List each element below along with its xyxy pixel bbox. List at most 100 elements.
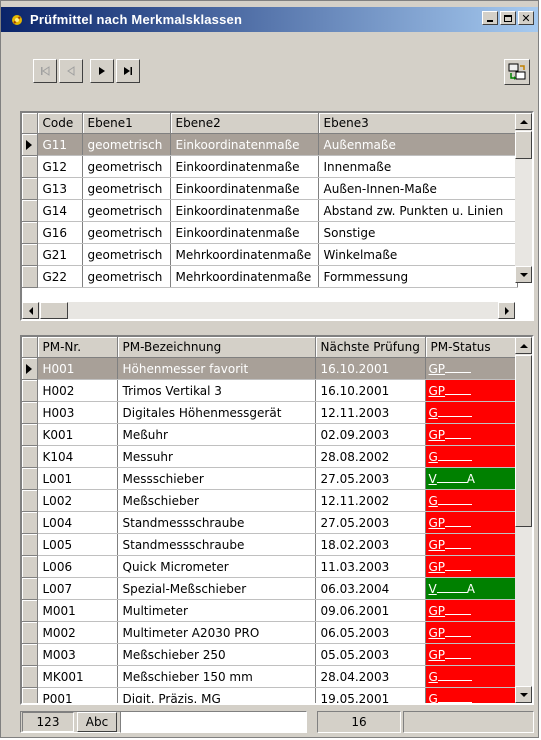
minimize-button[interactable] — [482, 11, 498, 25]
row-selector[interactable] — [22, 533, 38, 556]
instruments-table-row[interactable]: L002 Meßschieber 12.11.2002 G — [22, 489, 518, 512]
cell-pm-nr[interactable]: K104 — [37, 445, 118, 468]
cell-code[interactable]: G13 — [37, 177, 83, 200]
cell-pm-bezeichnung[interactable]: Meßschieber 250 — [117, 643, 316, 666]
instruments-table-row[interactable]: K104 Messuhr 28.08.2002 G — [22, 445, 518, 468]
instruments-table-row[interactable]: L005 Standmessschraube 18.02.2003 GP — [22, 533, 518, 556]
column-header-ebene1[interactable]: Ebene1 — [82, 113, 171, 134]
cell-naechste-pruefung[interactable]: 16.10.2001 — [315, 357, 426, 380]
column-header-naechste-pruefung[interactable]: Nächste Prüfung — [315, 337, 426, 358]
cell-ebene1[interactable]: geometrisch — [82, 155, 171, 178]
cell-ebene2[interactable]: Einkoordinatenmaße — [170, 221, 319, 244]
classes-scroll-left-button[interactable] — [22, 302, 39, 319]
cell-pm-bezeichnung[interactable]: Standmessschraube — [117, 533, 316, 556]
cell-pm-status[interactable]: G — [425, 401, 518, 424]
classes-table-row[interactable]: G22 geometrisch Mehrkoordinatenmaße Formmes… — [22, 265, 518, 288]
classes-horizontal-scrollbar[interactable] — [22, 302, 515, 319]
cell-pm-status[interactable]: G — [425, 665, 518, 688]
cell-naechste-pruefung[interactable]: 28.08.2002 — [315, 445, 426, 468]
cell-pm-bezeichnung[interactable]: Meßuhr — [117, 423, 316, 446]
cell-code[interactable]: G11 — [37, 133, 83, 156]
cell-ebene1[interactable]: geometrisch — [82, 177, 171, 200]
instruments-table-row[interactable]: K001 Meßuhr 02.09.2003 GP — [22, 423, 518, 446]
cell-pm-nr[interactable]: L007 — [37, 577, 118, 600]
cell-pm-nr[interactable]: H002 — [37, 379, 118, 402]
cell-ebene1[interactable]: geometrisch — [82, 243, 171, 266]
cell-naechste-pruefung[interactable]: 02.09.2003 — [315, 423, 426, 446]
cell-naechste-pruefung[interactable]: 28.04.2003 — [315, 665, 426, 688]
row-selector[interactable] — [22, 133, 38, 156]
cell-ebene2[interactable]: Mehrkoordinatenmaße — [170, 243, 319, 266]
cell-naechste-pruefung[interactable]: 27.05.2003 — [315, 467, 426, 490]
classes-vertical-scrollbar[interactable] — [515, 113, 532, 283]
classes-scroll-down-button[interactable] — [515, 266, 532, 283]
cell-code[interactable]: G12 — [37, 155, 83, 178]
cell-naechste-pruefung[interactable]: 27.05.2003 — [315, 511, 426, 534]
instruments-table-row[interactable]: MK001 Meßschieber 150 mm 28.04.2003 G — [22, 665, 518, 688]
row-selector[interactable] — [22, 155, 38, 178]
instruments-scroll-up-button[interactable] — [515, 337, 532, 354]
cell-naechste-pruefung[interactable]: 11.03.2003 — [315, 555, 426, 578]
cell-pm-status[interactable]: GP — [425, 621, 518, 644]
cell-ebene2[interactable]: Einkoordinatenmaße — [170, 177, 319, 200]
cell-pm-bezeichnung[interactable]: Digit. Präzis. MG — [117, 687, 316, 703]
column-header-pm-nr[interactable]: PM-Nr. — [37, 337, 118, 358]
column-header-pm-status[interactable]: PM-Status — [425, 337, 518, 358]
instruments-scroll-down-button[interactable] — [515, 686, 532, 703]
cell-ebene1[interactable]: geometrisch — [82, 133, 171, 156]
cell-pm-bezeichnung[interactable]: Meßschieber — [117, 489, 316, 512]
cell-pm-bezeichnung[interactable]: Multimeter A2030 PRO — [117, 621, 316, 644]
instruments-table-row[interactable]: L001 Messschieber 27.05.2003 V A — [22, 467, 518, 490]
cell-pm-bezeichnung[interactable]: Trimos Vertikal 3 — [117, 379, 316, 402]
cell-pm-status[interactable]: GP — [425, 511, 518, 534]
row-selector[interactable] — [22, 379, 38, 402]
nav-first-button[interactable] — [33, 59, 57, 83]
cell-pm-nr[interactable]: M002 — [37, 621, 118, 644]
cell-pm-status[interactable]: VA — [425, 467, 518, 490]
row-selector[interactable] — [22, 555, 38, 578]
instruments-grid[interactable]: PM-Nr. PM-Bezeichnung Nächste Prüfung PM… — [20, 335, 534, 705]
cell-ebene3[interactable]: Abstand zw. Punkten u. Linien — [318, 199, 518, 222]
instruments-table-row[interactable]: L007 Spezial-Meßschieber 06.03.2004 V A — [22, 577, 518, 600]
instruments-table-row[interactable]: M002 Multimeter A2030 PRO 06.05.2003 GP — [22, 621, 518, 644]
cell-naechste-pruefung[interactable]: 12.11.2003 — [315, 401, 426, 424]
tab-alphabetic[interactable]: Abc — [77, 712, 117, 732]
cell-pm-bezeichnung[interactable]: Multimeter — [117, 599, 316, 622]
cell-pm-status[interactable]: GP — [425, 357, 518, 380]
instruments-table-row[interactable]: L006 Quick Micrometer 11.03.2003 GP — [22, 555, 518, 578]
classes-scroll-thumb[interactable] — [515, 131, 532, 159]
instruments-table-row[interactable]: M001 Multimeter 09.06.2001 GP — [22, 599, 518, 622]
cell-code[interactable]: G22 — [37, 265, 83, 288]
cell-pm-nr[interactable]: L006 — [37, 555, 118, 578]
cell-pm-nr[interactable]: L005 — [37, 533, 118, 556]
cell-pm-nr[interactable]: L001 — [37, 467, 118, 490]
row-selector[interactable] — [22, 643, 38, 666]
cell-pm-status[interactable]: GP — [425, 599, 518, 622]
classes-table-row[interactable]: G14 geometrisch Einkoordinatenmaße Abstand … — [22, 199, 518, 222]
cell-ebene3[interactable]: Sonstige — [318, 221, 518, 244]
cell-naechste-pruefung[interactable]: 16.10.2001 — [315, 379, 426, 402]
cell-pm-status[interactable]: GP — [425, 423, 518, 446]
cell-ebene2[interactable]: Einkoordinatenmaße — [170, 199, 319, 222]
cell-ebene1[interactable]: geometrisch — [82, 265, 171, 288]
cell-ebene3[interactable]: Winkelmaße — [318, 243, 518, 266]
cell-naechste-pruefung[interactable]: 06.05.2003 — [315, 621, 426, 644]
cell-pm-nr[interactable]: M001 — [37, 599, 118, 622]
instruments-table-row[interactable]: M003 Meßschieber 250 05.05.2003 GP — [22, 643, 518, 666]
cell-naechste-pruefung[interactable]: 12.11.2002 — [315, 489, 426, 512]
row-selector[interactable] — [22, 445, 38, 468]
cell-naechste-pruefung[interactable]: 19.05.2001 — [315, 687, 426, 703]
cell-naechste-pruefung[interactable]: 06.03.2004 — [315, 577, 426, 600]
row-selector[interactable] — [22, 687, 38, 703]
cell-pm-status[interactable]: GP — [425, 643, 518, 666]
row-selector[interactable] — [22, 489, 38, 512]
row-selector[interactable] — [22, 423, 38, 446]
cell-pm-bezeichnung[interactable]: Quick Micrometer — [117, 555, 316, 578]
row-selector[interactable] — [22, 511, 38, 534]
nav-next-button[interactable] — [90, 59, 114, 83]
instruments-vertical-scrollbar[interactable] — [515, 337, 532, 703]
cell-pm-nr[interactable]: L002 — [37, 489, 118, 512]
classes-hscroll-thumb[interactable] — [40, 302, 68, 319]
search-input[interactable] — [120, 711, 307, 733]
cell-naechste-pruefung[interactable]: 05.05.2003 — [315, 643, 426, 666]
